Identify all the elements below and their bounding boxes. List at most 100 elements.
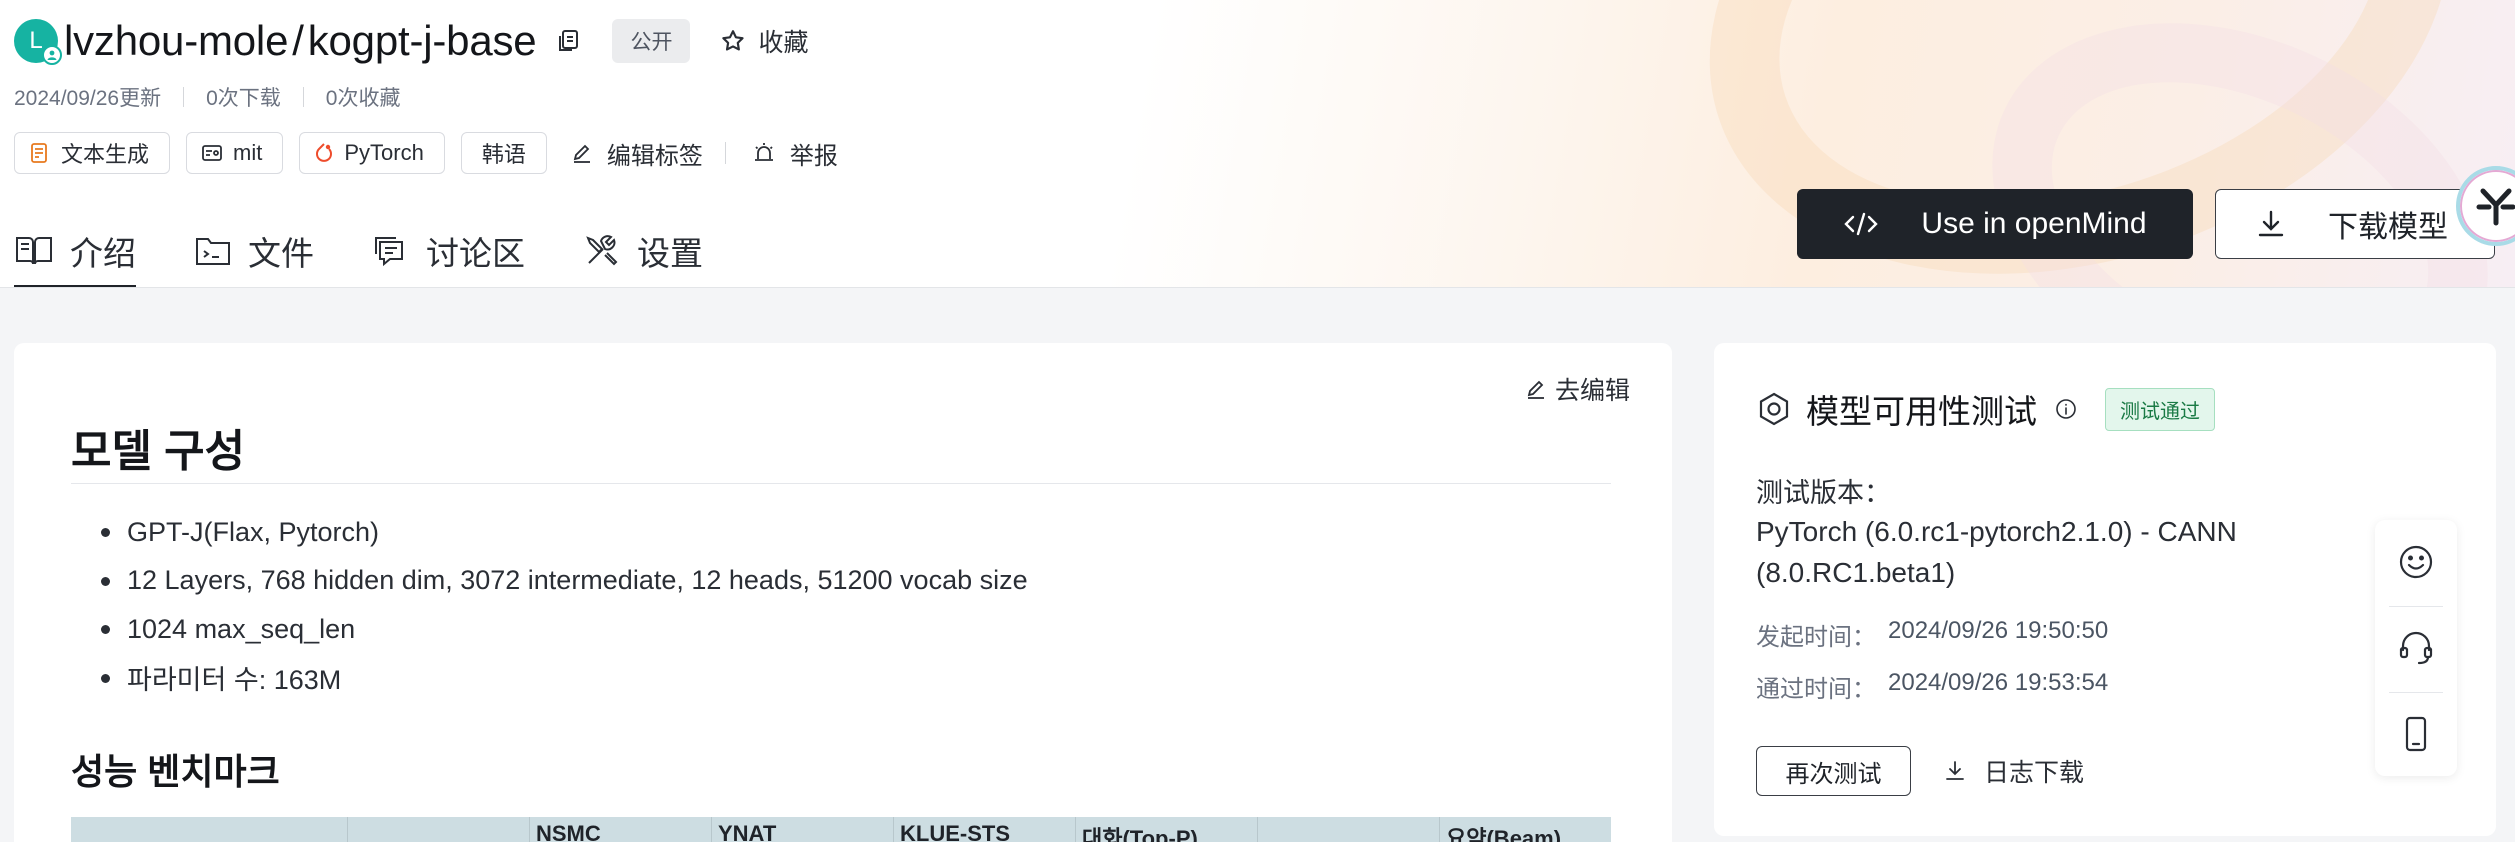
tab-settings-label: 设置 — [637, 235, 703, 272]
openmind-label: Use in openMind — [1921, 207, 2147, 240]
passed-time: 2024/09/26 19:53:54 — [1888, 669, 2109, 696]
log-download-label: 日志下载 — [1984, 759, 2085, 787]
chat-icon — [375, 237, 403, 267]
readme-heading-2: 성능 벤치마크 — [71, 751, 280, 792]
tab-discussion[interactable]: 讨论区 — [372, 214, 525, 287]
meta-divider — [302, 87, 304, 107]
pencil-icon — [1527, 380, 1544, 399]
download-label: 下载模型 — [2328, 211, 2448, 244]
pencil-icon — [573, 144, 590, 163]
tab-intro-label: 介绍 — [70, 235, 136, 272]
tag-license[interactable]: mit — [186, 132, 284, 174]
tools-icon — [586, 235, 618, 266]
main-tabs: 介绍 文件 讨论区 设置 — [14, 214, 761, 287]
floating-toolbar — [2375, 520, 2457, 776]
started-row: 发起时间： 2024/09/26 19:50:50 — [1756, 617, 2108, 652]
terminal-folder-icon — [196, 238, 230, 265]
table-header-cell: 요약(Beam) — [1439, 817, 1611, 842]
mobile-icon — [2405, 716, 2427, 752]
list-item: GPT-J(Flax, Pytorch) — [71, 508, 1028, 557]
readme-card: 去编辑 모델 구성 GPT-J(Flax, Pytorch) 12 Layers… — [14, 343, 1672, 842]
owner-link[interactable]: lvzhou-mole — [64, 17, 288, 64]
tab-files[interactable]: 文件 — [194, 214, 314, 287]
list-item: 12 Layers, 768 hidden dim, 3072 intermed… — [71, 557, 1028, 606]
tag-language-label: 韩语 — [481, 142, 526, 167]
readme-heading-1: 모델 구성 — [71, 427, 246, 476]
visibility-badge: 公开 — [612, 19, 691, 63]
report-button[interactable]: 举报 — [752, 136, 838, 171]
download-model-button[interactable]: 下载模型 — [2215, 189, 2495, 259]
tag-divider — [724, 142, 726, 164]
repo-name: kogpt-j-base — [307, 17, 537, 64]
favorite-button[interactable]: 收藏 — [720, 23, 808, 59]
table-header-cell: YNAT — [711, 817, 893, 842]
feedback-button[interactable] — [2375, 520, 2457, 604]
edit-tags-label: 编辑标签 — [606, 142, 703, 170]
tab-settings[interactable]: 设置 — [583, 214, 703, 287]
download-icon — [1946, 761, 1964, 780]
book-icon — [16, 237, 52, 265]
favorite-count: 0次收藏 — [325, 87, 401, 110]
info-icon[interactable] — [2055, 398, 2077, 420]
table-header-cell — [347, 817, 529, 842]
favorite-label: 收藏 — [758, 29, 809, 57]
updated-date: 2024/09/26更新 — [14, 87, 162, 110]
code-icon — [1844, 212, 1879, 236]
started-time: 2024/09/26 19:50:50 — [1888, 617, 2109, 644]
support-button[interactable] — [2375, 606, 2457, 690]
log-download-link[interactable]: 日志下载 — [1944, 746, 2084, 796]
table-header-cell: NSMC — [529, 817, 711, 842]
hexagon-icon — [1759, 392, 1789, 426]
availability-title: 模型可用性测试 — [1806, 393, 2037, 430]
star-icon — [722, 30, 745, 51]
retest-button[interactable]: 再次测试 — [1756, 746, 1911, 796]
availability-header: 模型可用性测试 测试通过 — [1756, 385, 2215, 433]
repo-meta: 2024/09/26更新 0次下载 0次收藏 — [14, 82, 400, 112]
license-icon — [202, 145, 222, 161]
document-icon — [31, 143, 47, 163]
started-label: 发起时间： — [1756, 624, 1876, 651]
status-badge: 测试通过 — [2105, 387, 2215, 431]
use-in-openmind-button[interactable]: Use in openMind — [1797, 189, 2193, 259]
table-header-cell — [1257, 817, 1439, 842]
tag-license-label: mit — [233, 140, 263, 165]
version-value: PyTorch (6.0.rc1-pytorch2.1.0) - CANN (8… — [1756, 516, 2237, 588]
mobile-button[interactable] — [2375, 692, 2457, 776]
pytorch-icon — [316, 143, 333, 162]
tag-framework-label: PyTorch — [344, 140, 424, 165]
download-count: 0次下载 — [206, 87, 281, 110]
passed-row: 通过时间： 2024/09/26 19:53:54 — [1756, 669, 2108, 704]
edit-readme-label: 去编辑 — [1554, 377, 1630, 405]
table-header-cell — [71, 817, 347, 842]
alarm-icon — [754, 143, 773, 161]
spec-list: GPT-J(Flax, Pytorch) 12 Layers, 768 hidd… — [71, 508, 1028, 702]
table-header-cell: 대화(Top-P) — [1075, 817, 1257, 842]
copy-icon[interactable] — [556, 27, 584, 55]
benchmark-table-header: NSMC YNAT KLUE-STS 대화(Top-P) 요약(Beam) — [71, 817, 1611, 842]
tag-language[interactable]: 韩语 — [460, 132, 547, 174]
download-icon — [2258, 210, 2284, 237]
tab-discussion-label: 讨论区 — [426, 235, 525, 272]
tag-task-label: 文本生成 — [61, 142, 150, 167]
heading-rule — [71, 483, 1611, 484]
tab-intro[interactable]: 介绍 — [14, 214, 136, 287]
tag-framework[interactable]: PyTorch — [299, 132, 445, 174]
avatar[interactable]: L — [14, 19, 62, 65]
user-badge-icon — [42, 45, 62, 65]
meta-divider — [183, 87, 185, 107]
table-header-cell: KLUE-STS — [893, 817, 1075, 842]
edit-tags-button[interactable]: 编辑标签 — [571, 136, 703, 171]
passed-label: 通过时间： — [1756, 676, 1876, 703]
list-item: 1024 max_seq_len — [71, 605, 1028, 654]
tab-files-label: 文件 — [248, 235, 314, 272]
edit-readme-link[interactable]: 去编辑 — [1525, 371, 1630, 407]
page-title: lvzhou-mole/kogpt-j-base — [64, 17, 537, 65]
smile-icon — [2399, 545, 2433, 579]
title-separator: / — [292, 17, 304, 64]
headset-icon — [2399, 631, 2433, 665]
tag-task[interactable]: 文本生成 — [14, 132, 171, 174]
avatar-letter: L — [29, 27, 43, 54]
title-row: L lvzhou-mole/kogpt-j-base 公开 收藏 — [14, 16, 808, 66]
tag-list: 文本生成 mit PyTorch 韩语 编辑标签 举报 — [14, 132, 838, 174]
report-label: 举报 — [789, 142, 838, 170]
